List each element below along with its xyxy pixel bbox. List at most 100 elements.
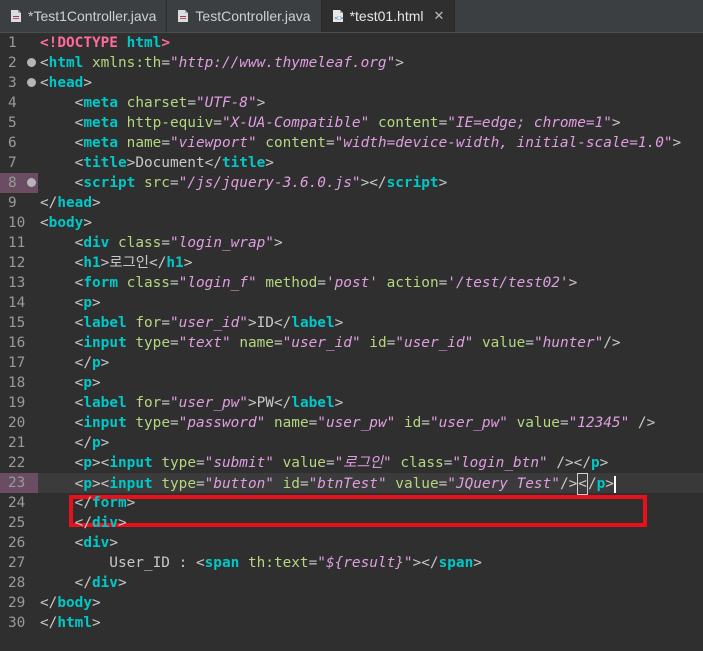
code-line[interactable]: 22 <p><input type="submit" value="로그인" c… (0, 453, 703, 473)
code-line[interactable]: 23 <p><input type="button" id="btnTest" … (0, 473, 703, 495)
code-token: < (40, 335, 84, 351)
code-token: type (135, 335, 170, 351)
code-line[interactable]: 1 <!DOCTYPE html> (0, 33, 703, 53)
code-text: </head> (38, 193, 101, 213)
code-token: < (40, 75, 49, 91)
fold-toggle-icon[interactable] (27, 178, 36, 187)
line-number-text: 1 (8, 35, 17, 51)
code-token: < (40, 255, 84, 271)
code-token: "login_f" (178, 275, 257, 291)
fold-toggle-icon[interactable] (27, 58, 36, 67)
code-token: "UTF-8" (195, 95, 257, 111)
line-number-text: 26 (8, 535, 26, 551)
code-token: "IE=edge; chrome=1" (447, 115, 612, 131)
code-token: "width=device-width, initial-scale=1.0" (334, 135, 673, 151)
tab-3[interactable]: <> *test01.html ✕ (321, 0, 456, 32)
code-token: class (118, 235, 162, 251)
code-line[interactable]: 18 <p> (0, 373, 703, 393)
code-token: > (161, 35, 170, 51)
code-line[interactable]: 24 </form> (0, 493, 703, 513)
code-line[interactable]: 27 User_ID : <span th:text="${result}"><… (0, 553, 703, 573)
code-line[interactable]: 29 </body> (0, 593, 703, 613)
line-number-text: 28 (8, 575, 26, 591)
code-token: < (40, 455, 84, 471)
code-token: > (91, 615, 101, 631)
close-tab-icon[interactable]: ✕ (434, 8, 445, 24)
code-token: >ID</ (247, 315, 292, 331)
line-number: 23 (0, 473, 38, 493)
code-token: "${result}" (317, 555, 413, 571)
code-line[interactable]: 3 <head> (0, 73, 703, 93)
code-token: input (109, 476, 153, 492)
code-token: < (40, 215, 49, 231)
code-line[interactable]: 6 <meta name="viewport" content="width=d… (0, 133, 703, 153)
code-token: /> (559, 476, 578, 492)
code-token: title (221, 155, 266, 171)
code-token: > (605, 476, 614, 492)
code-token: input (83, 335, 127, 351)
code-line[interactable]: 7 <title>Document</title> (0, 153, 703, 173)
code-token: /></ (547, 455, 591, 471)
code-token: id (369, 335, 387, 351)
code-line[interactable]: 16 <input type="text" name="user_id" id=… (0, 333, 703, 353)
code-token: = (438, 115, 448, 131)
code-token: name (273, 415, 309, 431)
code-line[interactable]: 10 <body> (0, 213, 703, 233)
code-token: "/js/jquery-3.6.0.js" (178, 175, 361, 191)
code-token: title (83, 155, 127, 171)
tab-2[interactable]: TestController.java (167, 0, 322, 32)
code-token: > (109, 535, 118, 551)
code-token: < (40, 115, 84, 131)
code-text: <body> (38, 213, 92, 233)
code-line[interactable]: 14 <p> (0, 293, 703, 313)
code-token: value (282, 455, 326, 471)
tab-label: *Test1Controller.java (28, 8, 157, 24)
code-token: "로그인" (334, 455, 392, 471)
code-line[interactable]: 5 <meta http-equiv="X-UA-Compatible" con… (0, 113, 703, 133)
code-line[interactable]: 21 </p> (0, 433, 703, 453)
code-line[interactable]: 12 <h1>로그인</h1> (0, 253, 703, 273)
code-line[interactable]: 2 <html xmlns:th="http://www.thymeleaf.or… (0, 53, 703, 73)
code-text: <html xmlns:th="http://www.thymeleaf.org… (38, 53, 404, 73)
code-token: < (40, 95, 84, 111)
code-line[interactable]: 28 </div> (0, 573, 703, 593)
code-token: > (599, 455, 609, 471)
code-line[interactable]: 20 <input type="password" name="user_pw"… (0, 413, 703, 433)
tab-1[interactable]: *Test1Controller.java (0, 0, 168, 32)
code-line[interactable]: 8 <script src="/js/jquery-3.6.0.js"></sc… (0, 173, 703, 193)
code-token: < (40, 175, 84, 191)
fold-toggle-icon[interactable] (27, 78, 36, 87)
code-text: <meta charset="UTF-8"> (38, 93, 266, 113)
code-token: "http://www.thymeleaf.org" (169, 55, 396, 71)
code-token: div (91, 515, 118, 531)
code-token: form (91, 495, 127, 511)
line-number-text: 17 (8, 355, 26, 371)
code-line[interactable]: 19 <label for="user_pw">PW</label> (0, 393, 703, 413)
code-text: <div> (38, 533, 118, 553)
code-line[interactable]: 13 <form class="login_f" method='post' a… (0, 273, 703, 293)
code-line[interactable]: 17 </p> (0, 353, 703, 373)
code-token: <!DOCTYPE (40, 35, 118, 51)
line-number-text: 19 (8, 395, 26, 411)
code-token: div (91, 575, 118, 591)
code-token: span (438, 555, 474, 571)
code-editor[interactable]: 1 <!DOCTYPE html> 2 <html xmlns:th="http://… (0, 33, 703, 651)
code-line[interactable]: 9 </head> (0, 193, 703, 213)
code-token: label (83, 315, 127, 331)
code-token: http-equiv (126, 115, 214, 131)
code-text: </p> (38, 353, 110, 373)
code-token: = (161, 315, 170, 331)
code-line[interactable]: 11 <div class="login_wrap"> (0, 233, 703, 253)
line-number: 26 (0, 533, 38, 553)
code-token: = (161, 135, 170, 151)
code-token: action (386, 275, 439, 291)
code-token: "button" (204, 476, 274, 492)
code-line[interactable]: 26 <div> (0, 533, 703, 553)
code-line[interactable]: 15 <label for="user_id">ID</label> (0, 313, 703, 333)
code-line[interactable]: 4 <meta charset="UTF-8"> (0, 93, 703, 113)
code-line[interactable]: 30 </html> (0, 613, 703, 633)
code-line[interactable]: 25 </div> (0, 513, 703, 533)
